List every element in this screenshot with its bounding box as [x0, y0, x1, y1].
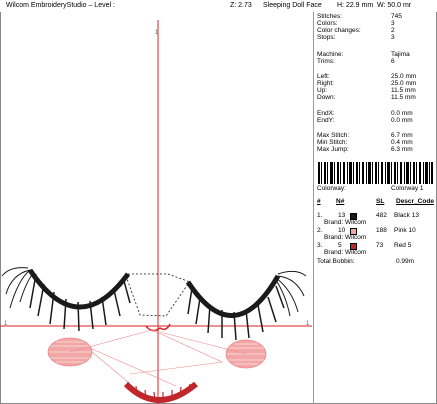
stat-endx: EndX: 0.0 mm	[317, 110, 413, 117]
app-title: Wilcom EmbroideryStudio – Level :	[6, 2, 115, 9]
right-eye-lashes	[185, 270, 307, 341]
design-info-panel: Stitches: 745 Colors: 3 Color changes: 2 St…	[316, 12, 437, 404]
stat-max-jump: Max Jump: 6.3 mm	[317, 146, 413, 153]
col-desc: Descr_Code	[396, 198, 434, 205]
design-canvas[interactable]: 1 1 1	[0, 12, 312, 404]
thread-brand: Brand: Wilcom	[324, 234, 367, 241]
total-bobbin: Total Bobbin: 0.99m	[317, 258, 415, 265]
stat-right: Right: 25.0 mm	[317, 80, 417, 87]
panel-divider	[313, 12, 314, 404]
barcode-image	[318, 162, 433, 184]
stat-endy: EndY: 0.0 mm	[317, 117, 413, 124]
col-n: N#	[336, 198, 345, 205]
stat-left: Left: 25.0 mm	[317, 73, 417, 80]
height-readout: H: 22.9 mm	[337, 2, 374, 9]
stat-down: Down: 11.5 mm	[317, 94, 416, 101]
stat-colorway: Colorway: Colorway 1	[317, 185, 424, 192]
thread-table-header: # N# SL Descr_Code	[316, 198, 437, 207]
col-sl: SL	[376, 198, 385, 205]
design-name: Sleeping Doll Face	[263, 2, 322, 9]
title-bar: Wilcom EmbroideryStudio – Level : Z: 2.7…	[0, 0, 437, 12]
zoom-readout: Z: 2.73	[230, 2, 252, 9]
stat-stops: Stops: 3	[317, 34, 395, 41]
left-eye-lashes	[1, 267, 131, 332]
col-num: #	[317, 198, 321, 205]
mouth	[123, 381, 198, 403]
thread-brand: Brand: Wilcom	[324, 219, 367, 226]
width-readout: W: 50.0 mr	[377, 2, 412, 9]
thread-brand: Brand: Wilcom	[324, 249, 367, 256]
stat-trims: Trims: 6	[317, 58, 395, 65]
